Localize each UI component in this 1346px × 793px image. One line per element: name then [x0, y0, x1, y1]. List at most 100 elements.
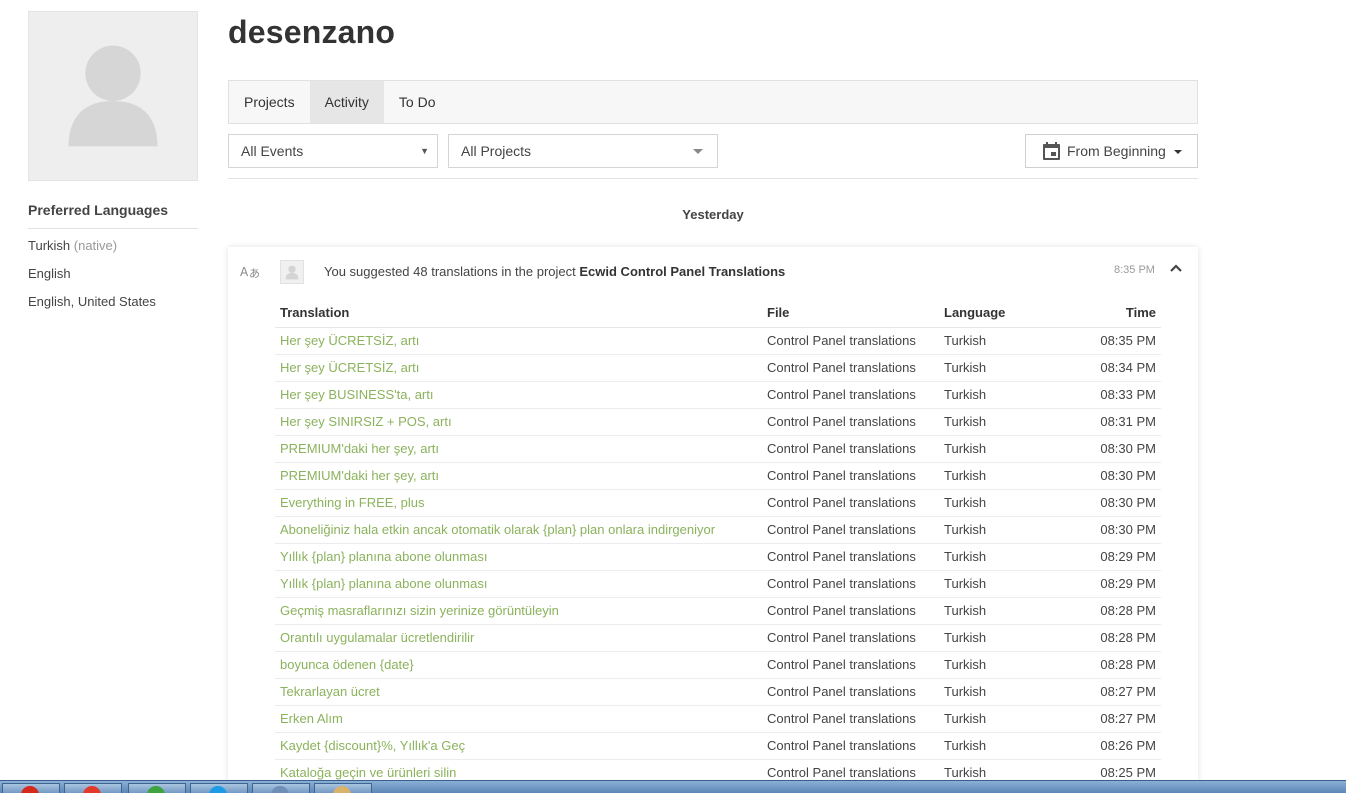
- user-placeholder-icon: [285, 265, 299, 280]
- time-cell: 08:28 PM: [1059, 624, 1161, 652]
- time-cell: 08:30 PM: [1059, 462, 1161, 490]
- column-header-translation: Translation: [275, 299, 762, 328]
- profile-avatar: [28, 11, 198, 181]
- tab-bar: Projects Activity To Do: [228, 80, 1198, 124]
- language-cell: Turkish: [939, 651, 1059, 679]
- translation-cell: Her şey ÜCRETSİZ, artı: [275, 354, 762, 382]
- language-cell: Turkish: [939, 327, 1059, 355]
- taskbar-button[interactable]: [64, 783, 122, 793]
- file-cell: Control Panel translations: [762, 381, 939, 409]
- table-row: Her şey ÜCRETSİZ, artı Control Panel tran…: [275, 327, 1161, 355]
- divider: [228, 178, 1198, 179]
- language-item: Turkish (native): [28, 238, 156, 266]
- page: Preferred Languages Turkish (native) Eng…: [0, 0, 1346, 793]
- calendar-icon: [1043, 142, 1060, 160]
- translation-cell: PREMIUM'daki her şey, artı: [275, 435, 762, 463]
- language-cell: Turkish: [939, 408, 1059, 436]
- table-row: Her şey SINIRSIZ + POS, artı Control Pane…: [275, 408, 1161, 436]
- table-header-row: Translation File Language Time: [275, 299, 1161, 328]
- translation-cell: Yıllık {plan} planına abone olunması: [275, 570, 762, 598]
- file-cell: Control Panel translations: [762, 489, 939, 517]
- translation-cell: PREMIUM'daki her şey, artı: [275, 462, 762, 490]
- time-cell: 08:26 PM: [1059, 732, 1161, 760]
- taskbar-button[interactable]: [128, 783, 186, 793]
- taskbar-button[interactable]: [2, 783, 60, 793]
- file-cell: Control Panel translations: [762, 516, 939, 544]
- date-range-button[interactable]: From Beginning: [1025, 134, 1198, 168]
- app-icon: [147, 786, 165, 793]
- taskbar-button[interactable]: [190, 783, 248, 793]
- translation-link[interactable]: Her şey SINIRSIZ + POS, artı: [280, 414, 452, 429]
- translation-link[interactable]: Kataloğa geçin ve ürünleri silin: [280, 765, 456, 780]
- file-cell: Control Panel translations: [762, 624, 939, 652]
- yandex-icon: [83, 786, 101, 793]
- table-row: Kaydet {discount}%, Yıllık'a Geç Control …: [275, 732, 1161, 760]
- preferred-languages-title: Preferred Languages: [28, 202, 198, 229]
- table-row: Everything in FREE, plus Control Panel tr…: [275, 489, 1161, 517]
- projects-filter-select[interactable]: All Projects: [448, 134, 718, 168]
- language-note: (native): [73, 238, 118, 253]
- taskbar-button[interactable]: [252, 783, 310, 793]
- file-cell: Control Panel translations: [762, 651, 939, 679]
- translation-link[interactable]: Aboneliğiniz hala etkin ancak otomatik o…: [280, 522, 715, 537]
- language-cell: Turkish: [939, 489, 1059, 517]
- translation-link[interactable]: Yıllık {plan} planına abone olunması: [280, 549, 487, 564]
- time-cell: 08:27 PM: [1059, 705, 1161, 733]
- time-cell: 08:28 PM: [1059, 597, 1161, 625]
- file-cell: Control Panel translations: [762, 462, 939, 490]
- translation-link[interactable]: Yıllık {plan} planına abone olunması: [280, 576, 487, 591]
- translation-link[interactable]: Her şey ÜCRETSİZ, artı: [280, 360, 419, 375]
- translation-link[interactable]: PREMIUM'daki her şey, artı: [280, 441, 439, 456]
- translation-link[interactable]: Orantılı uygulamalar ücretlendirilir: [280, 630, 474, 645]
- avatar[interactable]: [280, 260, 304, 284]
- table-row: PREMIUM'daki her şey, artı Control Panel …: [275, 435, 1161, 463]
- translation-link[interactable]: boyunca ödenen {date}: [280, 657, 414, 672]
- translations-table-body: Her şey ÜCRETSİZ, artı Control Panel tran…: [275, 327, 1161, 787]
- taskbar-button[interactable]: [314, 783, 372, 793]
- time-cell: 08:28 PM: [1059, 651, 1161, 679]
- time-cell: 08:29 PM: [1059, 543, 1161, 571]
- summary-text: You suggested 48 translations in the pro…: [324, 264, 576, 279]
- translation-link[interactable]: Tekrarlayan ücret: [280, 684, 380, 699]
- translation-link[interactable]: Kaydet {discount}%, Yıllık'a Geç: [280, 738, 465, 753]
- time-cell: 08:29 PM: [1059, 570, 1161, 598]
- translation-link[interactable]: PREMIUM'daki her şey, artı: [280, 468, 439, 483]
- file-cell: Control Panel translations: [762, 732, 939, 760]
- os-taskbar: [0, 780, 1346, 793]
- translation-link[interactable]: Her şey BUSINESS'ta, artı: [280, 387, 433, 402]
- chevron-up-icon[interactable]: [1169, 261, 1183, 275]
- activity-summary: You suggested 48 translations in the pro…: [324, 264, 785, 279]
- day-group-label: Yesterday: [682, 207, 744, 222]
- table-row: Yıllık {plan} planına abone olunması Cont…: [275, 543, 1161, 571]
- translation-cell: Her şey BUSINESS'ta, artı: [275, 381, 762, 409]
- user-placeholder-icon: [29, 12, 197, 180]
- projects-filter-value: All Projects: [461, 143, 532, 159]
- language-cell: Turkish: [939, 435, 1059, 463]
- file-cell: Control Panel translations: [762, 408, 939, 436]
- translation-cell: Kaydet {discount}%, Yıllık'a Geç: [275, 732, 762, 760]
- translation-link[interactable]: Everything in FREE, plus: [280, 495, 425, 510]
- table-row: Aboneliğiniz hala etkin ancak otomatik o…: [275, 516, 1161, 544]
- language-list: Turkish (native) English English, United…: [28, 238, 156, 322]
- file-cell: Control Panel translations: [762, 597, 939, 625]
- translation-link[interactable]: Erken Alım: [280, 711, 343, 726]
- opera-icon: [21, 786, 39, 793]
- language-cell: Turkish: [939, 570, 1059, 598]
- tab-activity[interactable]: Activity: [309, 81, 384, 123]
- translation-link[interactable]: Her şey ÜCRETSİZ, artı: [280, 333, 419, 348]
- tab-todo[interactable]: To Do: [384, 81, 451, 123]
- events-filter-select[interactable]: All Events ▼: [228, 134, 438, 168]
- language-cell: Turkish: [939, 543, 1059, 571]
- column-header-language: Language: [939, 299, 1059, 328]
- table-row: Erken Alım Control Panel translations Turk…: [275, 705, 1161, 733]
- file-cell: Control Panel translations: [762, 327, 939, 355]
- language-cell: Turkish: [939, 597, 1059, 625]
- events-filter-value: All Events: [241, 143, 304, 159]
- project-link[interactable]: Ecwid Control Panel Translations: [579, 264, 785, 279]
- translation-cell: Everything in FREE, plus: [275, 489, 762, 517]
- translation-cell: Erken Alım: [275, 705, 762, 733]
- translation-link[interactable]: Geçmiş masraflarınızı sizin yerinize gör…: [280, 603, 559, 618]
- table-row: Geçmiş masraflarınızı sizin yerinize gör…: [275, 597, 1161, 625]
- tab-projects[interactable]: Projects: [229, 81, 310, 123]
- translation-cell: Tekrarlayan ücret: [275, 678, 762, 706]
